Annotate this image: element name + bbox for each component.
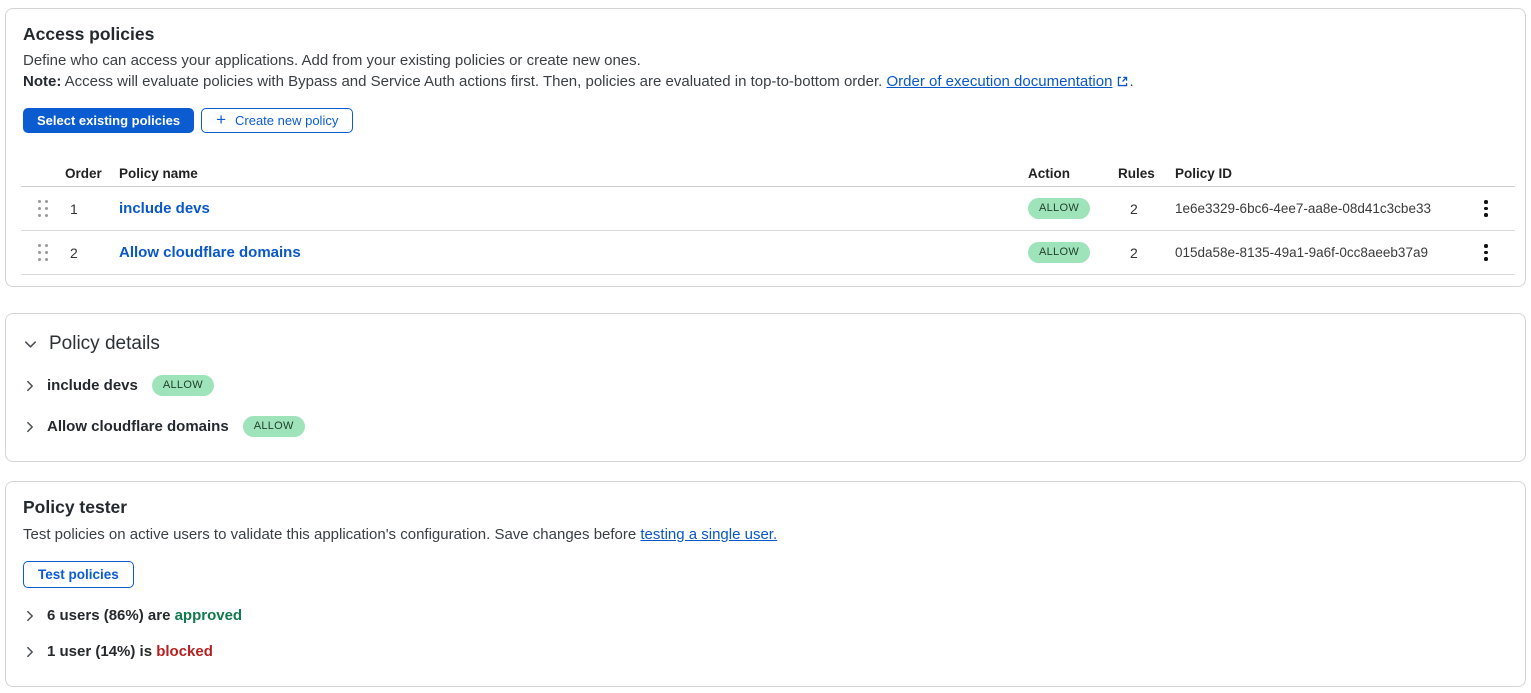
result-prefix: 6 users (86%) are	[47, 607, 175, 624]
policy-detail-name: Allow cloudflare domains	[47, 418, 229, 435]
drag-handle-icon[interactable]	[38, 244, 48, 261]
policy-tester-description-text: Test policies on active users to validat…	[23, 526, 640, 543]
row-order: 2	[65, 245, 119, 261]
result-text: 6 users (86%) are approved	[47, 607, 242, 624]
policy-tester-title: Policy tester	[23, 497, 1525, 518]
policy-details-title: Policy details	[49, 333, 160, 355]
drag-handle-icon[interactable]	[38, 200, 48, 217]
tester-result-approved[interactable]: 6 users (86%) are approved	[23, 607, 1525, 624]
policy-tester-description: Test policies on active users to validat…	[23, 526, 1525, 543]
access-policies-description: Define who can access your applications.…	[23, 52, 1525, 69]
col-rules: Rules	[1115, 166, 1175, 181]
action-badge: ALLOW	[1028, 242, 1090, 263]
access-policies-title: Access policies	[23, 24, 1525, 45]
policies-table: Order Policy name Action Rules Policy ID…	[21, 160, 1515, 275]
status-blocked-text: blocked	[156, 643, 213, 660]
action-badge: ALLOW	[1028, 198, 1090, 219]
row-rules: 2	[1115, 245, 1175, 261]
row-policy-id: 015da58e-8135-49a1-9a6f-0cc8aeeb37a9	[1175, 245, 1465, 260]
result-text: 1 user (14%) is blocked	[47, 643, 213, 660]
col-policy-name: Policy name	[119, 166, 1028, 181]
policy-tester-panel: Policy tester Test policies on active us…	[5, 481, 1526, 687]
result-prefix: 1 user (14%) is	[47, 643, 156, 660]
policy-detail-item[interactable]: include devs ALLOW	[23, 375, 1525, 396]
row-rules: 2	[1115, 201, 1175, 217]
chevron-right-icon	[23, 420, 37, 434]
policy-buttons-row: Select existing policies + Create new pol…	[23, 108, 1525, 133]
col-order: Order	[65, 166, 119, 181]
access-policies-panel: Access policies Define who can access yo…	[5, 8, 1526, 287]
chevron-right-icon	[23, 379, 37, 393]
policy-detail-item[interactable]: Allow cloudflare domains ALLOW	[23, 416, 1525, 437]
action-badge: ALLOW	[152, 375, 214, 396]
note-suffix: .	[1129, 73, 1133, 90]
chevron-down-icon	[23, 337, 38, 352]
test-single-user-link[interactable]: testing a single user.	[640, 526, 777, 543]
col-action: Action	[1028, 166, 1115, 181]
plus-icon: +	[216, 111, 226, 128]
kebab-menu-icon[interactable]	[1475, 196, 1497, 221]
tester-result-blocked[interactable]: 1 user (14%) is blocked	[23, 643, 1525, 660]
chevron-right-icon	[23, 609, 37, 623]
policy-detail-name: include devs	[47, 377, 138, 394]
table-row: 1 include devs ALLOW 2 1e6e3329-6bc6-4ee…	[21, 187, 1515, 231]
row-policy-id: 1e6e3329-6bc6-4ee7-aa8e-08d41c3cbe33	[1175, 201, 1465, 216]
row-order: 1	[65, 201, 119, 217]
policy-details-panel: Policy details include devs ALLOW Allow …	[5, 313, 1526, 462]
action-badge: ALLOW	[243, 416, 305, 437]
create-new-policy-button[interactable]: + Create new policy	[201, 108, 353, 133]
status-approved-text: approved	[175, 607, 243, 624]
policies-table-header: Order Policy name Action Rules Policy ID	[21, 160, 1515, 187]
note-text: Access will evaluate policies with Bypas…	[61, 73, 886, 90]
order-of-execution-link[interactable]: Order of execution documentation	[886, 73, 1112, 90]
chevron-right-icon	[23, 645, 37, 659]
table-row: 2 Allow cloudflare domains ALLOW 2 015da…	[21, 231, 1515, 275]
create-new-policy-label: Create new policy	[235, 113, 338, 128]
col-policy-id: Policy ID	[1175, 166, 1465, 181]
select-existing-policies-button[interactable]: Select existing policies	[23, 108, 194, 133]
external-link-icon	[1116, 75, 1129, 92]
test-policies-button[interactable]: Test policies	[23, 561, 134, 588]
access-policies-note: Note: Access will evaluate policies with…	[23, 73, 1525, 92]
policy-details-toggle[interactable]: Policy details	[23, 333, 1525, 355]
policy-name-link[interactable]: include devs	[119, 200, 210, 217]
kebab-menu-icon[interactable]	[1475, 240, 1497, 265]
note-label: Note:	[23, 73, 61, 90]
policy-name-link[interactable]: Allow cloudflare domains	[119, 244, 301, 261]
